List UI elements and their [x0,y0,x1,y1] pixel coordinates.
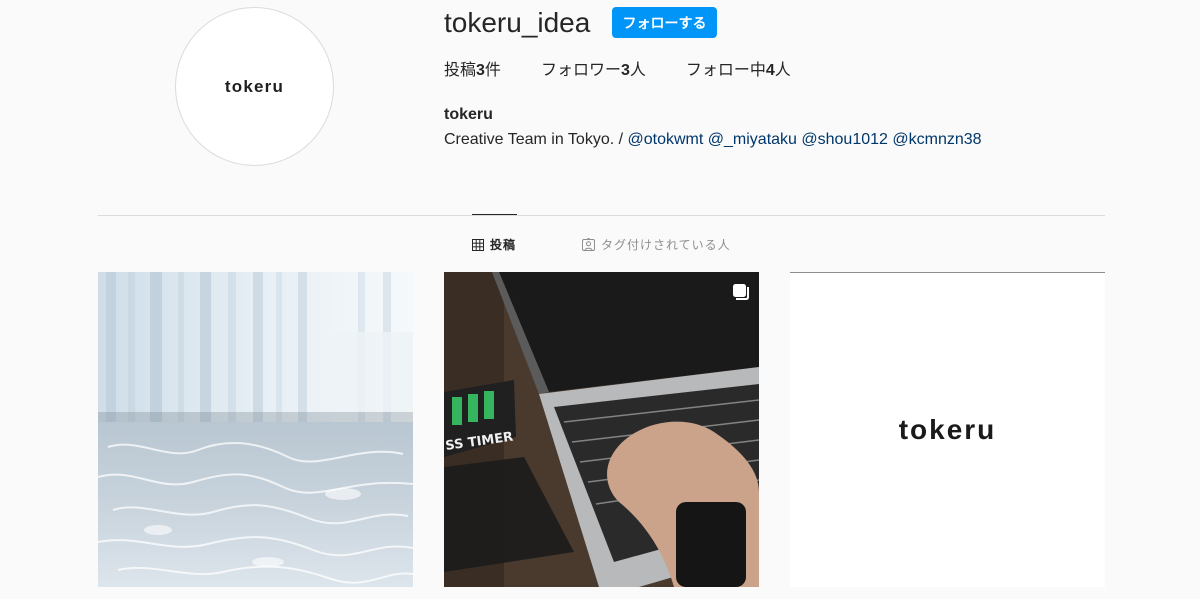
tab-posts[interactable]: 投稿 [472,236,516,253]
followers-stat-label: フォロワー [540,62,621,79]
followers-stat[interactable]: フォロワー3人 [541,60,646,82]
mention-link-otokwmt[interactable]: @otokwmt [628,131,704,148]
profile-username: tokeru_idea [444,7,591,38]
following-stat-label: フォロー中 [685,62,766,79]
posts-stat-unit: 件 [484,62,501,79]
post-thumbnail-laptop[interactable]: SS TIMER [444,272,759,587]
following-stat[interactable]: フォロー中4人 [686,60,791,82]
follow-button[interactable]: フォローする [612,7,717,38]
active-tab-indicator [472,214,517,215]
posts-stat-label: 投稿 [444,62,477,79]
post-thumbnail-water-curtain[interactable] [98,272,413,587]
carousel-icon [733,284,749,300]
profile-page: tokeru tokeru_idea フォローする 投稿3件 フォロワー3人 フ… [0,0,1200,599]
mention-link-miyataku[interactable]: @_miyataku [708,131,797,148]
posts-count-stat: 投稿3件 [444,60,501,82]
posts-stat-count: 3 [476,62,485,79]
tab-posts-label: 投稿 [490,238,517,252]
post-thumbnail-logo[interactable]: tokeru [790,272,1105,587]
profile-display-name: tokeru [444,106,493,123]
bio-text: Creative Team in Tokyo. / [444,131,628,148]
tabs-divider [98,215,1105,216]
water-curtain-photo [98,272,413,587]
mention-link-shou1012[interactable]: @shou1012 [801,131,888,148]
grid-icon [472,238,484,251]
avatar-logo-text: tokeru [224,76,285,96]
tagged-person-icon [582,238,595,251]
following-stat-unit: 人 [774,62,791,79]
tab-tagged[interactable]: タグ付けされている人 [582,236,731,253]
followers-stat-unit: 人 [629,62,646,79]
laptop-photo: SS TIMER [444,272,759,587]
tab-tagged-label: タグ付けされている人 [601,238,731,252]
post-logo-text: tokeru [898,414,997,445]
followers-stat-count: 3 [620,62,630,79]
profile-stats: 投稿3件 フォロワー3人 フォロー中4人 [444,60,831,82]
mention-link-kcmnzn38[interactable]: @kcmnzn38 [892,131,981,148]
profile-avatar[interactable]: tokeru [175,7,334,166]
profile-bio: Creative Team in Tokyo. / @otokwmt @_miy… [444,129,982,151]
logo-post-image: tokeru [790,272,1105,587]
following-stat-count: 4 [765,62,775,79]
